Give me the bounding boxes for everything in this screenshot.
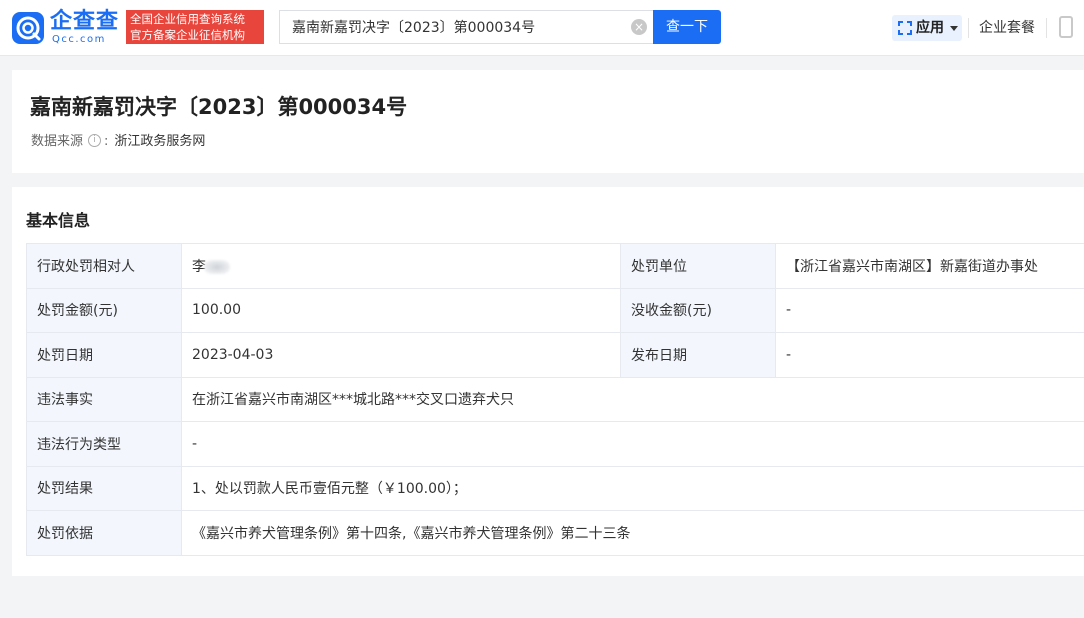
table-row: 处罚日期 2023-04-03 发布日期 - [26, 332, 1084, 378]
row-label: 处罚依据 [26, 510, 182, 556]
row-value: 在浙江省嘉兴市南湖区***城北路***交叉口遗弃犬只 [181, 376, 1084, 422]
official-badge: 全国企业信用查询系统 官方备案企业征信机构 [126, 10, 264, 44]
row-value: 【浙江省嘉兴市南湖区】新嘉街道办事处 [775, 243, 1084, 289]
chevron-down-icon [950, 26, 958, 31]
badge-line2: 官方备案企业征信机构 [130, 28, 245, 42]
row-label: 没收金额(元) [620, 287, 776, 333]
table-row: 违法事实 在浙江省嘉兴市南湖区***城北路***交叉口遗弃犬只 [26, 376, 1084, 422]
masked-name [204, 259, 230, 274]
table-row: 处罚结果 1、处以罚款人民币壹佰元整（￥100.00）； [26, 465, 1084, 511]
logo-name: 企查查 [50, 9, 120, 34]
table-row: 处罚金额(元) 100.00 没收金额(元) - [26, 287, 1084, 333]
search-input[interactable] [280, 11, 620, 43]
source-value: 浙江政务服务网 [114, 134, 206, 149]
row-value: 1、处以罚款人民币壹佰元整（￥100.00）； [181, 465, 1084, 511]
basic-info-card: 基本信息 行政处罚相对人 李 处罚单位 【浙江省嘉兴市南湖区】新嘉街道办事处 处… [12, 187, 1084, 576]
row-label: 处罚金额(元) [26, 287, 182, 333]
row-value: - [181, 421, 1084, 467]
row-value: 100.00 [181, 287, 621, 333]
phone-icon[interactable] [1059, 16, 1073, 38]
app-label: 应用 [916, 20, 944, 36]
header-divider [968, 18, 969, 38]
row-label: 处罚日期 [26, 332, 182, 378]
row-value: - [775, 332, 1084, 378]
page-title: 嘉南新嘉罚决字〔2023〕第000034号 [30, 95, 408, 119]
clear-icon[interactable]: × [631, 19, 647, 35]
row-label: 行政处罚相对人 [26, 243, 182, 289]
section-title: 基本信息 [26, 211, 91, 230]
source-colon: : [104, 134, 109, 149]
badge-line1: 全国企业信用查询系统 [130, 12, 245, 26]
info-icon[interactable]: i [88, 134, 102, 147]
row-label: 违法行为类型 [26, 421, 182, 467]
row-label: 处罚单位 [620, 243, 776, 289]
table-row: 行政处罚相对人 李 处罚单位 【浙江省嘉兴市南湖区】新嘉街道办事处 [26, 243, 1084, 289]
row-label: 违法事实 [26, 376, 182, 422]
row-label: 处罚结果 [26, 465, 182, 511]
logo-domain: Qcc.com [52, 34, 106, 45]
header-divider [1046, 18, 1047, 38]
app-grid-icon [898, 21, 912, 35]
enterprise-suite-link[interactable]: 企业套餐 [979, 18, 1035, 38]
row-value: 李 [181, 243, 621, 289]
qcc-logo-icon [12, 12, 44, 44]
search-box: × [279, 10, 655, 44]
search-button[interactable]: 查一下 [653, 10, 721, 44]
row-value: - [775, 287, 1084, 333]
app-menu-button[interactable]: 应用 [892, 15, 962, 41]
row-value: 2023-04-03 [181, 332, 621, 378]
row-label: 发布日期 [620, 332, 776, 378]
table-row: 违法行为类型 - [26, 421, 1084, 467]
source-label: 数据来源 [31, 134, 84, 149]
basic-info-table: 行政处罚相对人 李 处罚单位 【浙江省嘉兴市南湖区】新嘉街道办事处 处罚金额(元… [26, 243, 1084, 556]
data-source-row: 数据来源 i: 浙江政务服务网 [31, 133, 205, 151]
title-card: 嘉南新嘉罚决字〔2023〕第000034号 数据来源 i: 浙江政务服务网 [12, 70, 1084, 173]
table-row: 处罚依据 《嘉兴市养犬管理条例》第十四条,《嘉兴市养犬管理条例》第二十三条 [26, 510, 1084, 556]
top-header: 企查查 Qcc.com 全国企业信用查询系统 官方备案企业征信机构 × 查一下 … [0, 0, 1084, 56]
row-value: 《嘉兴市养犬管理条例》第十四条,《嘉兴市养犬管理条例》第二十三条 [181, 510, 1084, 556]
qcc-logo[interactable]: 企查查 Qcc.com [12, 10, 124, 46]
